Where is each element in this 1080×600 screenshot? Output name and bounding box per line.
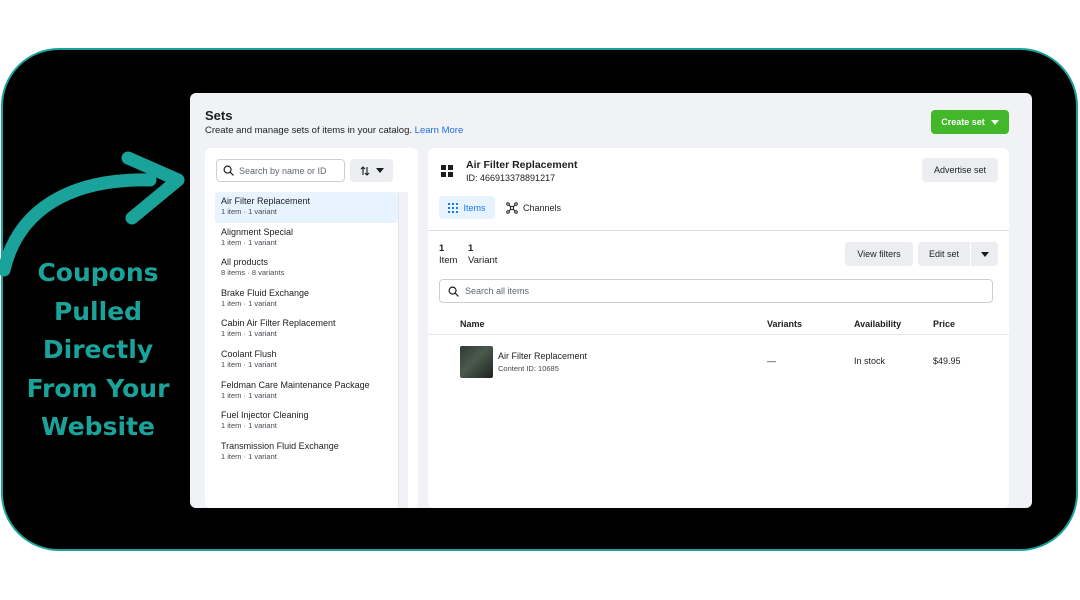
caret-down-icon [990,119,999,125]
promo-line: Directly [42,335,154,364]
column-header-name[interactable]: Name [460,319,485,329]
product-availability: In stock [854,356,886,366]
sort-arrows-icon [360,165,370,176]
item-count: 1 Item [439,243,457,267]
set-detail-panel: Air Filter Replacement ID: 4669133788912… [428,148,1009,508]
caret-down-icon [375,168,384,173]
set-id: ID: 466913378891217 [466,173,556,183]
view-filters-button[interactable]: View filters [845,242,913,266]
set-meta: 1 item · 1 variant [221,390,277,400]
items-search-input[interactable]: Search all items [439,279,993,303]
set-list-item[interactable]: Brake Fluid Exchange 1 item · 1 variant [215,284,398,315]
set-meta: 1 item · 1 variant [221,451,277,461]
set-name: Brake Fluid Exchange [221,287,310,298]
product-thumbnail [460,346,493,378]
page-subtitle: Create and manage sets of items in your … [205,125,463,136]
set-name: Fuel Injector Cleaning [221,410,309,421]
set-list-item[interactable]: All products 8 items · 8 variants [215,253,398,284]
search-placeholder: Search all items [465,286,530,296]
edit-set-button[interactable]: Edit set [918,242,970,266]
promo-line: Website [41,412,155,441]
column-header-availability[interactable]: Availability [854,319,901,329]
set-meta: 1 item · 1 variant [221,359,277,369]
promo-text: Coupons Pulled Directly From Your Websit… [18,254,178,447]
promo-line: From Your [26,373,170,403]
learn-more-link[interactable]: Learn More [415,125,464,136]
variant-count: 1 Variant [468,243,497,267]
create-set-label: Create set [941,117,985,127]
set-list-item[interactable]: Fuel Injector Cleaning 1 item · 1 variant [215,406,398,437]
set-list-item[interactable]: Transmission Fluid Exchange 1 item · 1 va… [215,437,398,468]
search-icon [448,286,459,297]
set-name: All products [221,257,269,268]
sets-list: Air Filter Replacement 1 item · 1 variant… [215,192,398,508]
product-variants: — [767,356,776,366]
set-meta: 1 item · 1 variant [221,237,277,247]
tab-channels[interactable]: Channels [506,196,566,219]
set-meta: 1 item · 1 variant [221,329,277,339]
caret-down-icon [980,251,989,257]
sets-list-scrollbar[interactable] [398,192,408,508]
set-meta: 8 items · 8 variants [221,268,285,278]
set-name: Alignment Special [221,226,294,237]
sort-button[interactable] [350,159,393,182]
promo-line: Coupons [37,258,159,287]
set-list-item[interactable]: Alignment Special 1 item · 1 variant [215,223,398,254]
product-name: Air Filter Replacement [498,351,588,361]
promo-line: Pulled [53,296,143,326]
set-list-item[interactable]: Cabin Air Filter Replacement 1 item · 1 v… [215,314,398,345]
product-content-id: Content ID: 10685 [498,364,559,373]
set-list-item[interactable]: Air Filter Replacement 1 item · 1 variant [215,192,398,223]
grid-icon [441,165,453,177]
set-meta: 1 item · 1 variant [221,421,277,431]
set-list-item[interactable]: Coolant Flush 1 item · 1 variant [215,345,398,376]
catalog-sets-window: Sets Create and manage sets of items in … [190,93,1032,508]
page-title: Sets [205,108,233,123]
set-name: Air Filter Replacement [221,196,311,206]
column-header-price[interactable]: Price [933,319,955,329]
set-meta: 1 item · 1 variant [221,298,277,308]
table-header-divider [428,334,1009,335]
tab-items[interactable]: Items [439,196,495,219]
channels-icon [506,201,518,214]
set-name: Feldman Care Maintenance Package [221,379,370,390]
search-icon [223,165,234,176]
sets-sidebar: Search by name or ID Air Filter Replacem… [205,148,418,508]
edit-set-dropdown-button[interactable] [971,242,998,266]
column-header-variants[interactable]: Variants [767,319,802,329]
variant-count-label: Variant [468,255,498,266]
sets-search-input[interactable]: Search by name or ID [216,159,345,182]
product-price: $49.95 [933,356,961,366]
tabs-divider [428,230,1009,231]
set-name: Cabin Air Filter Replacement [221,318,336,329]
advertise-set-button[interactable]: Advertise set [922,158,998,182]
tab-items-label: Items [463,202,486,213]
set-meta: 1 item · 1 variant [221,207,277,216]
set-name: Coolant Flush [221,348,277,359]
create-set-button[interactable]: Create set [931,110,1009,134]
item-count-label: Item [439,255,458,266]
set-list-item[interactable]: Feldman Care Maintenance Package 1 item ·… [215,376,398,407]
item-count-value: 1 [439,243,445,254]
tab-channels-label: Channels [523,202,562,213]
grid-icon [448,202,459,213]
search-placeholder: Search by name or ID [239,165,327,176]
set-name: Transmission Fluid Exchange [221,440,339,451]
set-title: Air Filter Replacement [466,159,578,171]
variant-count-value: 1 [468,243,474,254]
subtitle-text: Create and manage sets of items in your … [205,125,413,136]
